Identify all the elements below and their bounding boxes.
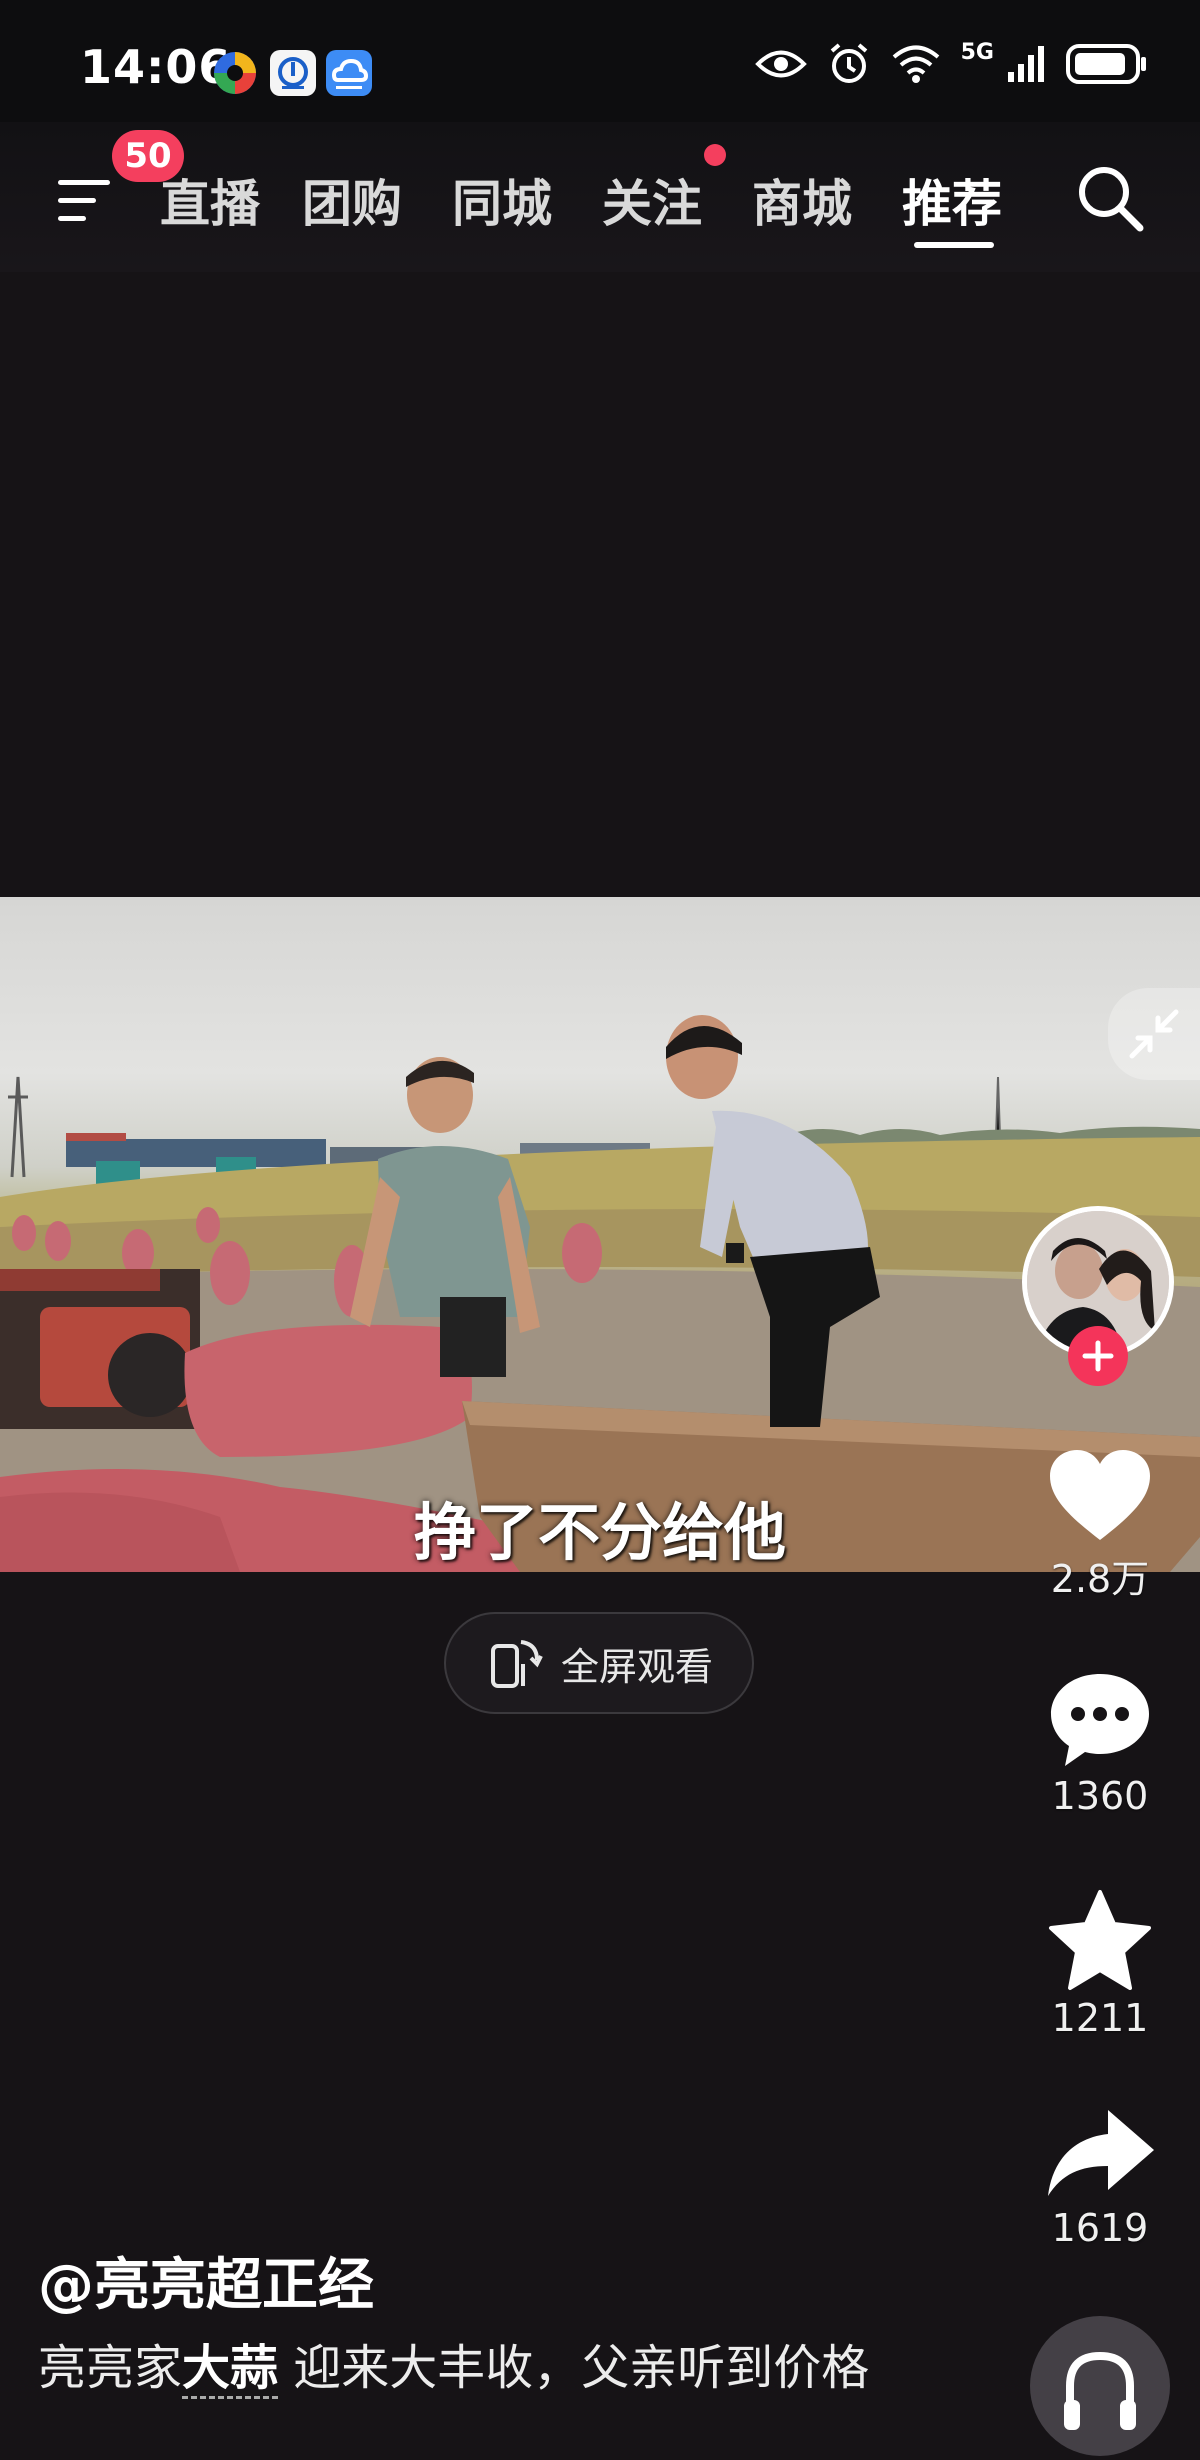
search-icon [1079, 167, 1144, 232]
active-tab-indicator [914, 242, 994, 248]
music-disc[interactable] [1030, 2316, 1170, 2456]
fullscreen-label: 全屏观看 [560, 1644, 713, 1689]
favorite-button[interactable]: 1211 [1030, 1888, 1170, 2040]
video-description: 亮亮家大蒜 迎来大丰收，父亲听到价格 [38, 2328, 870, 2399]
share-icon [1048, 2110, 1154, 2196]
collapse-icon [1129, 1009, 1179, 1059]
heart-icon [1050, 1450, 1150, 1540]
status-time: 14:06 [80, 40, 232, 94]
menu-icon [58, 180, 110, 221]
video-player[interactable]: 挣了不分给他 [0, 897, 1200, 1572]
comment-button[interactable]: 1360 [1030, 1668, 1170, 1818]
author-name[interactable]: @亮亮超正经 [38, 2240, 374, 2321]
like-button[interactable]: 2.8万 [1030, 1446, 1170, 1603]
menu-button[interactable] [56, 166, 118, 236]
following-new-dot [704, 144, 726, 166]
eye-icon [754, 50, 807, 78]
star-icon [1049, 1890, 1151, 1990]
share-count: 1619 [1051, 2206, 1149, 2250]
share-button[interactable]: 1619 [1030, 2104, 1170, 2250]
cloud-app-icon [326, 50, 372, 96]
network-type: 5G [960, 39, 994, 65]
search-button[interactable] [1070, 158, 1150, 238]
alarm-icon [830, 43, 867, 83]
tab-following[interactable]: 关注 [602, 164, 702, 236]
signal-icon [1008, 46, 1044, 82]
tab-mall[interactable]: 商城 [752, 164, 852, 236]
desc-keyword-link[interactable]: 大蒜 [182, 2340, 279, 2399]
video-caption: 挣了不分给他 [413, 1496, 786, 1569]
video-scene [0, 1015, 1200, 1572]
status-bar: 14:06 5G [0, 0, 1200, 122]
tab-recommend[interactable]: 推荐 [902, 164, 1002, 236]
tab-group-buy[interactable]: 团购 [302, 164, 402, 236]
like-count: 2.8万 [1050, 1557, 1150, 1601]
blue-app-icon [270, 50, 316, 96]
rotate-phone-icon [490, 1640, 543, 1688]
plus-icon [1082, 1340, 1114, 1372]
desc-prefix: 亮亮家 [38, 2340, 183, 2396]
comment-icon [1051, 1674, 1149, 1766]
comment-count: 1360 [1051, 1774, 1149, 1818]
desc-suffix: 迎来大丰收，父亲听到价格 [278, 2340, 870, 2396]
follow-button[interactable] [1068, 1326, 1128, 1386]
colorful-app-icon [212, 50, 258, 96]
headphones-icon [1064, 2351, 1136, 2430]
wifi-icon [892, 45, 939, 83]
fullscreen-button[interactable]: 全屏观看 [444, 1612, 754, 1714]
collapse-video-button[interactable] [1108, 988, 1200, 1080]
status-icons: 5G [754, 39, 1148, 86]
tab-nearby[interactable]: 同城 [452, 164, 552, 236]
favorite-count: 1211 [1051, 1996, 1149, 2040]
battery-icon [1066, 44, 1146, 84]
notification-badge: 50 [112, 130, 184, 182]
